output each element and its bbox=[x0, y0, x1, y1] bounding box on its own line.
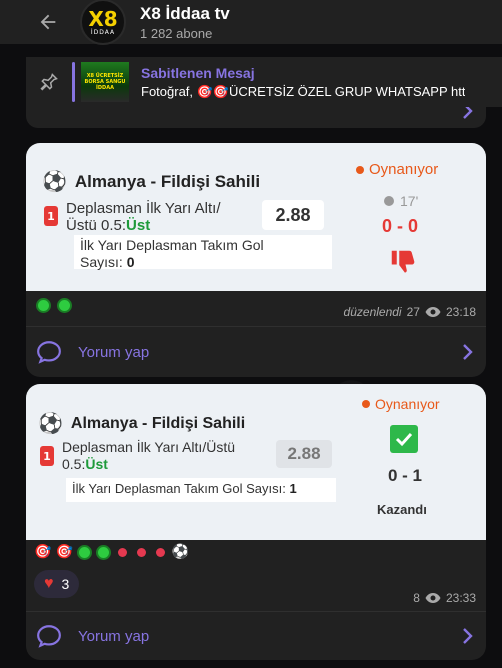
comment-icon bbox=[36, 623, 62, 649]
info-value: 1 bbox=[289, 481, 297, 496]
match-name: Almanya - Fildişi Sahili bbox=[70, 414, 246, 432]
status-text: Oynanıyor bbox=[369, 161, 439, 178]
comment-button[interactable]: Yorum yap bbox=[36, 623, 149, 649]
channel-info[interactable]: X8 İddaa tv 1 282 abone bbox=[140, 4, 230, 41]
logo-text: X8 bbox=[88, 6, 118, 31]
comment-label: Yorum yap bbox=[78, 343, 150, 361]
thumbs-down-icon bbox=[388, 247, 418, 281]
live-dot-icon bbox=[362, 400, 370, 408]
heart-icon: ♥ bbox=[44, 575, 54, 592]
green-circle-icon bbox=[76, 544, 92, 560]
bet-line-1: Deplasman İlk Yarı Altı/ bbox=[66, 200, 221, 217]
bet-description: Deplasman İlk Yarı Altı/Üstü 0.5:Üst bbox=[62, 439, 235, 473]
view-count: 27 bbox=[406, 305, 420, 319]
reaction-count: 3 bbox=[61, 576, 70, 592]
post-image[interactable]: ⚽ Almanya - Fildişi Sahili Oynanıyor 1 D… bbox=[26, 384, 486, 540]
chevron-right-icon bbox=[463, 344, 473, 360]
score: 0 - 1 bbox=[388, 466, 423, 485]
pinned-thumbnail: X8 ÜCRETSİZ BORSA SANGU İDDAA bbox=[81, 62, 129, 102]
soccer-ball-icon: ⚽ bbox=[38, 413, 63, 435]
live-dot-icon bbox=[356, 165, 364, 174]
info-label: İlk Yarı Deplasman Takım Gol bbox=[80, 237, 264, 253]
pinned-message-bar[interactable]: X8 ÜCRETSİZ BORSA SANGU İDDAA Sabitlenen… bbox=[26, 57, 502, 107]
checkmark-icon bbox=[390, 425, 418, 453]
bet-number-badge: 1 bbox=[40, 446, 54, 466]
pin-icon bbox=[26, 71, 72, 93]
channel-post: ⚽ Almanya - Fildişi Sahili Oynanıyor 1 D… bbox=[26, 384, 486, 660]
live-status: Oynanıyor bbox=[356, 161, 438, 178]
pinned-text: Sabitlenen Mesaj Fotoğraf, 🎯🎯ÜCRETSİZ ÖZ… bbox=[141, 65, 465, 100]
red-dot-icon bbox=[155, 547, 165, 557]
channel-avatar[interactable]: X8 İDDAA bbox=[80, 0, 126, 45]
eye-icon bbox=[425, 307, 441, 317]
dart-icon: 🎯 bbox=[34, 544, 52, 560]
odds-value: 2.88 bbox=[276, 440, 332, 468]
view-count: 8 bbox=[413, 591, 420, 605]
logo-subtext: İDDAA bbox=[90, 28, 116, 36]
message-time: 23:33 bbox=[445, 591, 476, 605]
bet-number-badge: 1 bbox=[44, 206, 58, 226]
comment-icon bbox=[36, 339, 62, 365]
clock-icon bbox=[384, 196, 394, 206]
bet-line-2: Üstü 0.5: bbox=[66, 217, 127, 234]
info-box: İlk Yarı Deplasman Takım Gol Sayısı: 1 bbox=[66, 478, 336, 502]
match-title: ⚽ Almanya - Fildişi Sahili bbox=[38, 411, 245, 436]
comment-label: Yorum yap bbox=[78, 627, 150, 645]
green-circle-icon bbox=[36, 298, 51, 313]
message-time: 23:18 bbox=[445, 305, 476, 319]
divider bbox=[26, 326, 486, 327]
subscriber-count: 1 282 abone bbox=[140, 25, 213, 41]
channel-title: X8 İddaa tv bbox=[140, 3, 230, 23]
ball-icon: ⚽ bbox=[171, 544, 190, 560]
info-label: İlk Yarı Deplasman Takım Gol Sayısı: bbox=[72, 481, 286, 496]
dart-icon: 🎯 bbox=[55, 544, 73, 560]
pinned-title: Sabitlenen Mesaj bbox=[141, 64, 255, 81]
post-image[interactable]: ⚽ Almanya - Fildişi Sahili Oynanıyor 1 D… bbox=[26, 143, 486, 291]
pinned-body: Fotoğraf, 🎯🎯ÜCRETSİZ ÖZEL GRUP WHATSAPP … bbox=[141, 83, 466, 99]
soccer-ball-icon: ⚽ bbox=[42, 171, 67, 193]
bet-description: Deplasman İlk Yarı Altı/ Üstü 0.5:Üst bbox=[66, 200, 221, 234]
channel-post: ⚽ Almanya - Fildişi Sahili Oynanıyor 1 D… bbox=[26, 143, 486, 377]
bet-pick: Üst bbox=[126, 217, 151, 234]
green-circle-icon bbox=[95, 544, 111, 560]
bet-pick: Üst bbox=[85, 456, 108, 472]
red-dot-icon bbox=[117, 547, 127, 557]
match-name: Almanya - Fildişi Sahili bbox=[74, 171, 261, 191]
back-button[interactable] bbox=[26, 0, 70, 44]
message-meta: düzenlendi 27 23:18 bbox=[344, 305, 476, 319]
emoji-row: 🎯 🎯 ⚽ bbox=[34, 544, 189, 560]
chevron-right-icon bbox=[463, 628, 473, 644]
odds-value: 2.88 bbox=[262, 200, 324, 230]
eye-icon bbox=[425, 593, 441, 603]
score: 0 - 0 bbox=[382, 216, 419, 236]
divider bbox=[26, 611, 486, 612]
heart-reaction[interactable]: ♥ 3 bbox=[34, 570, 80, 598]
bet-line-2: 0.5: bbox=[62, 456, 86, 472]
red-dot-icon bbox=[136, 547, 146, 557]
minute-text: 17' bbox=[400, 193, 419, 209]
message-meta: 8 23:33 bbox=[413, 591, 476, 605]
result-label: Kazandı bbox=[377, 502, 427, 517]
pinned-accent-bar bbox=[72, 62, 75, 102]
emoji-row bbox=[36, 298, 72, 313]
status-text: Oynanıyor bbox=[375, 396, 440, 412]
channel-header: X8 İDDAA X8 İddaa tv 1 282 abone bbox=[0, 0, 502, 45]
bet-line-1: Deplasman İlk Yarı Altı/Üstü bbox=[62, 439, 235, 455]
info-box: İlk Yarı Deplasman Takım Gol Sayısı: 0 bbox=[74, 235, 332, 270]
arrow-left-icon bbox=[40, 14, 56, 30]
green-circle-icon bbox=[57, 298, 72, 313]
live-status: Oynanıyor bbox=[362, 396, 440, 412]
info-label-2: Sayısı: bbox=[80, 254, 123, 270]
info-value: 0 bbox=[126, 254, 135, 270]
match-title: ⚽ Almanya - Fildişi Sahili bbox=[42, 169, 260, 194]
edited-label: düzenlendi bbox=[343, 305, 402, 319]
match-minute: 17' bbox=[384, 193, 418, 209]
comment-button[interactable]: Yorum yap bbox=[36, 339, 149, 365]
